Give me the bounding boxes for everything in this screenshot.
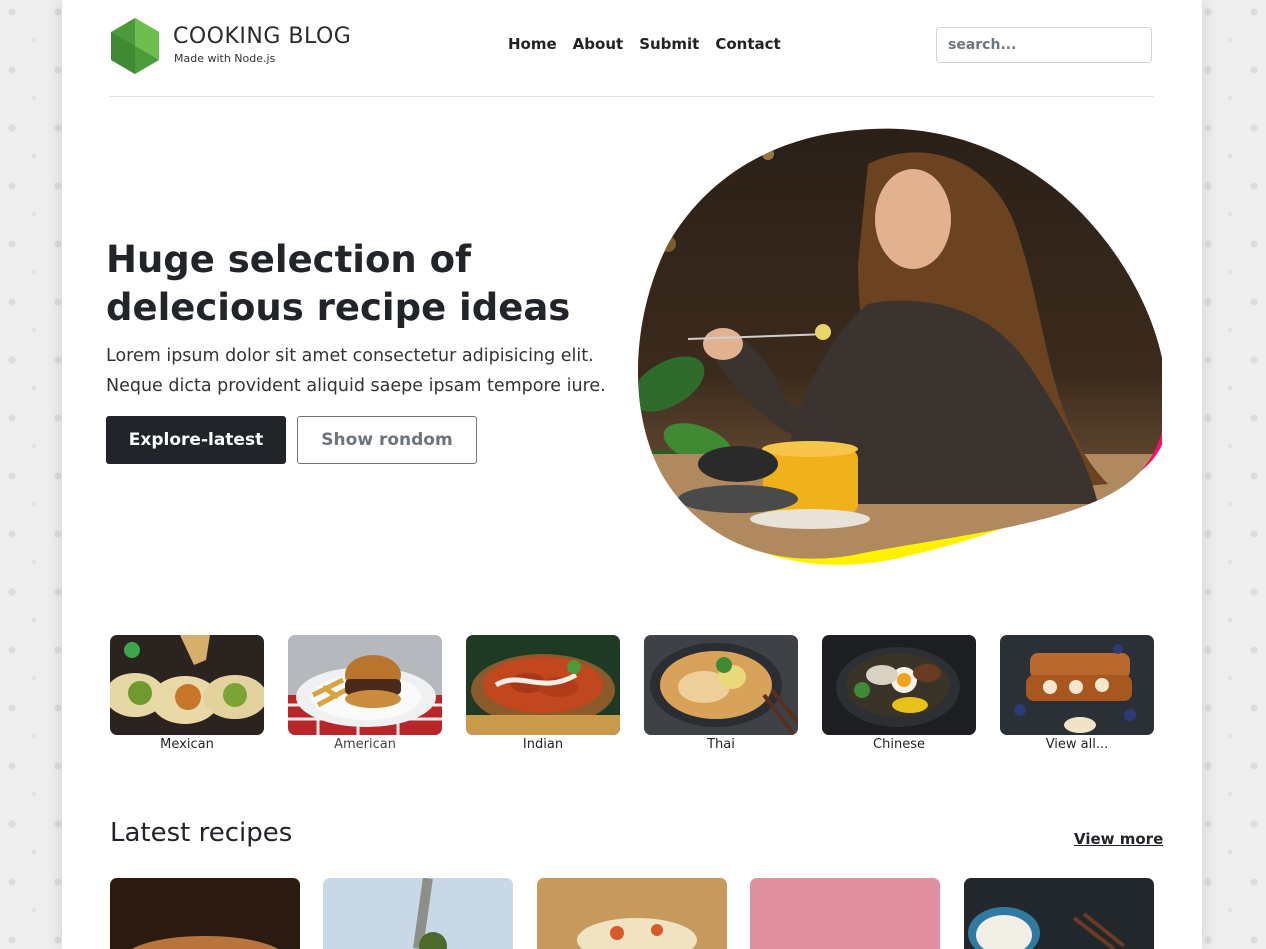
search-input[interactable]: [936, 27, 1152, 63]
category-indian[interactable]: Indian: [466, 635, 620, 752]
category-label: View all...: [1045, 737, 1109, 752]
recipe-image: [323, 878, 513, 949]
hero-image: [638, 128, 1162, 565]
nav-contact[interactable]: Contact: [715, 35, 780, 53]
logo-icon[interactable]: [110, 17, 160, 75]
recipe-image: [537, 878, 727, 949]
category-label: Thai: [707, 737, 735, 752]
nav-home[interactable]: Home: [508, 35, 557, 53]
hero-description: Lorem ipsum dolor sit amet consectetur a…: [106, 346, 606, 396]
category-label: Chinese: [873, 737, 925, 752]
recipe-card[interactable]: [964, 878, 1154, 949]
brand-title[interactable]: COOKING BLOG: [173, 24, 351, 49]
view-more-link[interactable]: View more: [1074, 830, 1163, 848]
hero-title: Huge selection of delecious recipe ideas: [106, 238, 571, 329]
category-label: American: [334, 737, 396, 752]
ramen-bowl-image: [822, 635, 976, 735]
recipe-card[interactable]: [110, 878, 300, 949]
category-view-all[interactable]: View all...: [1000, 635, 1154, 752]
tacos-image: [110, 635, 264, 735]
brand-subtitle: Made with Node.js: [174, 52, 276, 65]
noodle-soup-image: [644, 635, 798, 735]
recipe-image: [750, 878, 940, 949]
explore-latest-button[interactable]: Explore-latest: [106, 416, 286, 464]
french-toast-image: [1000, 635, 1154, 735]
category-label: Mexican: [160, 737, 214, 752]
nav-about[interactable]: About: [573, 35, 624, 53]
category-mexican[interactable]: Mexican: [110, 635, 264, 752]
recipe-card[interactable]: [323, 878, 513, 949]
recipe-card[interactable]: [750, 878, 940, 949]
main-nav: Home About Submit Contact: [508, 35, 797, 53]
show-random-button[interactable]: Show rondom: [297, 416, 477, 464]
recipe-image: [110, 878, 300, 949]
recipe-image: [964, 878, 1154, 949]
latest-recipes-title: Latest recipes: [110, 818, 293, 848]
recipe-card[interactable]: [537, 878, 727, 949]
category-label: Indian: [522, 737, 564, 752]
category-thai[interactable]: Thai: [644, 635, 798, 752]
curry-image: [466, 635, 620, 735]
category-chinese[interactable]: Chinese: [822, 635, 976, 752]
burger-image: [288, 635, 442, 735]
category-american[interactable]: American: [288, 635, 442, 752]
header-divider: [109, 96, 1154, 97]
nav-submit[interactable]: Submit: [639, 35, 699, 53]
page-container: COOKING BLOG Made with Node.js Home Abou…: [62, 0, 1202, 949]
